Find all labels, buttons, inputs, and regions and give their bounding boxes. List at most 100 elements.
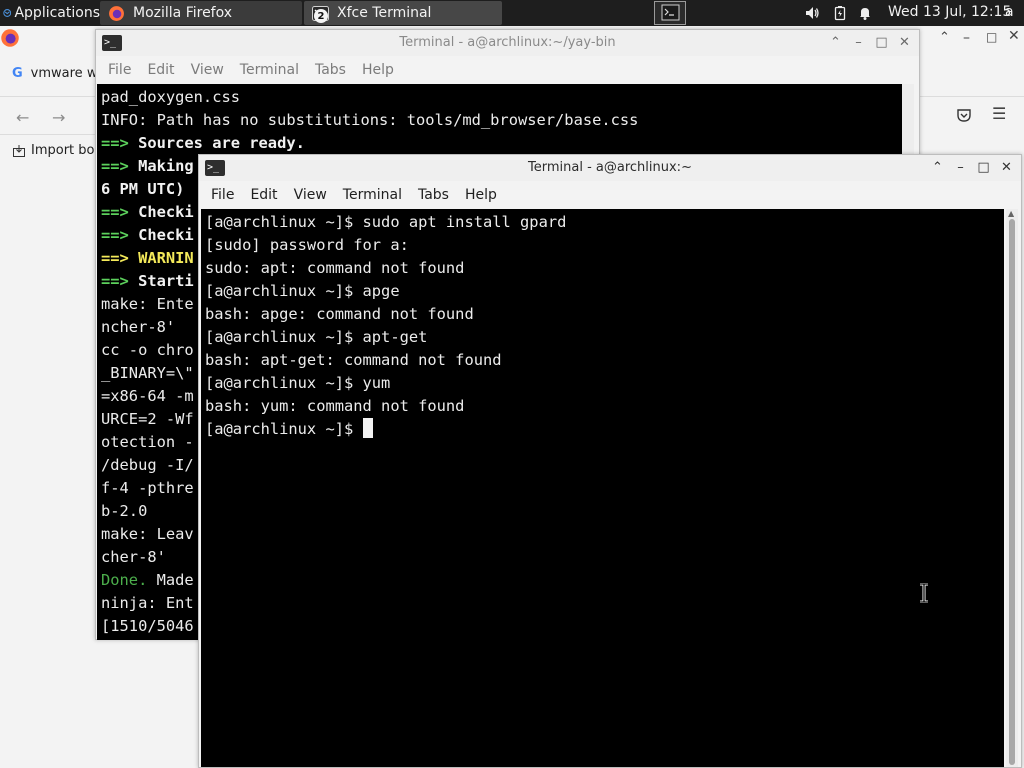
firefox-tab-title: vmware w xyxy=(30,66,98,81)
firefox-icon xyxy=(109,5,124,21)
terminal-line: sudo: apt: command not found xyxy=(205,259,465,277)
back-menu-file[interactable]: File xyxy=(100,59,139,81)
back-terminal-text: Checki xyxy=(138,226,194,244)
taskbar-terminal[interactable]: 2 Xfce Terminal xyxy=(304,1,502,25)
front-scroll-thumb[interactable] xyxy=(1009,219,1015,765)
back-terminal-text: URCE=2 -Wf xyxy=(101,410,194,428)
back-maximize-icon[interactable]: □ xyxy=(873,33,890,51)
front-menu-terminal[interactable]: Terminal xyxy=(335,184,410,206)
front-close-icon[interactable]: ✕ xyxy=(998,158,1015,176)
back-terminal-text: ==> xyxy=(101,134,139,152)
pocket-icon[interactable] xyxy=(956,107,972,123)
front-minimize-icon[interactable]: – xyxy=(952,158,969,176)
back-menu-tabs[interactable]: Tabs xyxy=(307,59,354,81)
back-menu-edit[interactable]: Edit xyxy=(139,59,182,81)
front-menu-view[interactable]: View xyxy=(286,184,335,206)
back-arrow-icon[interactable]: ← xyxy=(16,108,29,127)
front-menu-help[interactable]: Help xyxy=(457,184,505,206)
firefox-close-icon[interactable]: ✕ xyxy=(1008,28,1020,44)
back-terminal-text: cc -o chro xyxy=(101,341,194,359)
front-menu-tabs[interactable]: Tabs xyxy=(410,184,457,206)
back-terminal-text: ==> xyxy=(101,249,139,267)
back-menu-view[interactable]: View xyxy=(183,59,232,81)
bookmarks-divider xyxy=(0,134,95,135)
back-terminal-text: make: Ente xyxy=(101,295,194,313)
back-terminal-text: cher-8' xyxy=(101,548,166,566)
back-titlebar[interactable]: >_ Terminal - a@archlinux:~/yay-bin ⌃ – … xyxy=(96,30,919,56)
battery-icon[interactable] xyxy=(832,5,848,21)
back-terminal-text: ==> xyxy=(101,272,139,290)
applications-menu-button[interactable]: Applications xyxy=(0,0,100,26)
volume-icon[interactable] xyxy=(804,5,820,21)
back-menu-terminal[interactable]: Terminal xyxy=(232,59,307,81)
back-terminal-text: make: Leav xyxy=(101,525,194,543)
terminal-window-front[interactable]: >_ Terminal - a@archlinux:~ ⌃ – □ ✕ File… xyxy=(198,154,1022,768)
workspace-switcher[interactable] xyxy=(654,1,686,25)
import-bookmarks-button[interactable]: Import bo xyxy=(12,143,94,158)
shell-prompt: [a@archlinux ~]$ xyxy=(205,420,363,438)
back-terminal-text: Checki xyxy=(138,203,194,221)
front-scrollbar[interactable]: ▲ xyxy=(1006,209,1018,767)
back-terminal-text: 6 PM UTC) xyxy=(101,180,185,198)
firefox-maximize-icon[interactable]: □ xyxy=(986,30,997,44)
xfce-logo-icon xyxy=(3,9,12,17)
front-menu-file[interactable]: File xyxy=(203,184,242,206)
firefox-toolbar-divider xyxy=(0,96,95,97)
front-terminal-output[interactable]: [a@archlinux ~]$ sudo apt install gpard … xyxy=(201,209,1004,767)
back-terminal-text: ==> xyxy=(101,157,139,175)
user-menu[interactable]: a xyxy=(1005,4,1014,20)
firefox-minimize-icon-2[interactable]: – xyxy=(963,30,970,46)
prompt-line[interactable]: [a@archlinux ~]$ xyxy=(205,418,1004,441)
front-maximize-icon[interactable]: □ xyxy=(975,158,992,176)
back-minimize-icon[interactable]: – xyxy=(850,33,867,51)
taskbar-firefox[interactable]: Mozilla Firefox xyxy=(100,1,302,25)
scroll-up-icon[interactable]: ▲ xyxy=(1008,209,1014,218)
terminal-line: [sudo] password for a: xyxy=(205,236,409,254)
terminal-line: [a@archlinux ~]$ apge xyxy=(205,282,400,300)
front-titlebar[interactable]: >_ Terminal - a@archlinux:~ ⌃ – □ ✕ xyxy=(199,155,1021,181)
window-count-badge: 2 xyxy=(314,9,328,23)
firefox-minimize-icon[interactable]: ⌃ xyxy=(939,30,950,45)
back-window-title: Terminal - a@archlinux:~/yay-bin xyxy=(399,35,616,50)
back-menu-help[interactable]: Help xyxy=(354,59,402,81)
back-terminal-text: INFO: Path has no substitutions: tools/m… xyxy=(101,111,639,129)
taskbar-terminal-label: Xfce Terminal xyxy=(337,5,432,21)
terminal-line: bash: yum: command not found xyxy=(205,397,465,415)
back-terminal-text: Sources are ready. xyxy=(138,134,305,152)
notification-bell-icon[interactable] xyxy=(857,5,873,21)
terminal-line: bash: apge: command not found xyxy=(205,305,474,323)
back-terminal-text: b-2.0 xyxy=(101,502,148,520)
back-terminal-text: WARNIN xyxy=(138,249,194,267)
import-label: Import bo xyxy=(31,143,95,158)
firefox-toolbar-divider-right xyxy=(920,96,1024,97)
back-terminal-text: f-4 -pthre xyxy=(101,479,194,497)
taskbar-firefox-label: Mozilla Firefox xyxy=(133,5,233,21)
back-terminal-text: ncher-8' xyxy=(101,318,176,336)
hamburger-menu-icon[interactable]: ☰ xyxy=(992,104,1006,123)
clock[interactable]: Wed 13 Jul, 12:15 xyxy=(888,4,1011,20)
front-shade-icon[interactable]: ⌃ xyxy=(929,158,946,176)
google-icon: G xyxy=(12,66,23,81)
front-window-title: Terminal - a@archlinux:~ xyxy=(528,160,692,175)
applications-label: Applications xyxy=(14,5,100,21)
terminal-line: [a@archlinux ~]$ sudo apt install gpard xyxy=(205,213,567,231)
back-shade-icon[interactable]: ⌃ xyxy=(827,33,844,51)
back-terminal-line: pad_doxygen.css xyxy=(101,86,902,109)
back-close-icon[interactable]: ✕ xyxy=(896,33,913,51)
back-terminal-text: otection - xyxy=(101,433,194,451)
front-menubar: File Edit View Terminal Tabs Help xyxy=(199,184,1021,206)
back-terminal-text: pad_doxygen.css xyxy=(101,88,240,106)
forward-arrow-icon[interactable]: → xyxy=(52,108,65,127)
back-terminal-text: Done. xyxy=(101,571,157,589)
back-terminal-text: Made xyxy=(156,571,194,589)
back-terminal-text: Making xyxy=(138,157,194,175)
front-menu-edit[interactable]: Edit xyxy=(242,184,285,206)
firefox-tab[interactable]: G vmware w xyxy=(12,66,97,81)
mouse-ibeam-cursor-icon xyxy=(920,583,928,603)
back-terminal-text: ==> xyxy=(101,203,139,221)
back-terminal-line: ==> Sources are ready. xyxy=(101,132,902,155)
workspace-terminal-icon xyxy=(661,4,680,21)
import-icon xyxy=(13,144,25,157)
back-terminal-text: Starti xyxy=(138,272,194,290)
back-terminal-text: /debug -I/ xyxy=(101,456,194,474)
